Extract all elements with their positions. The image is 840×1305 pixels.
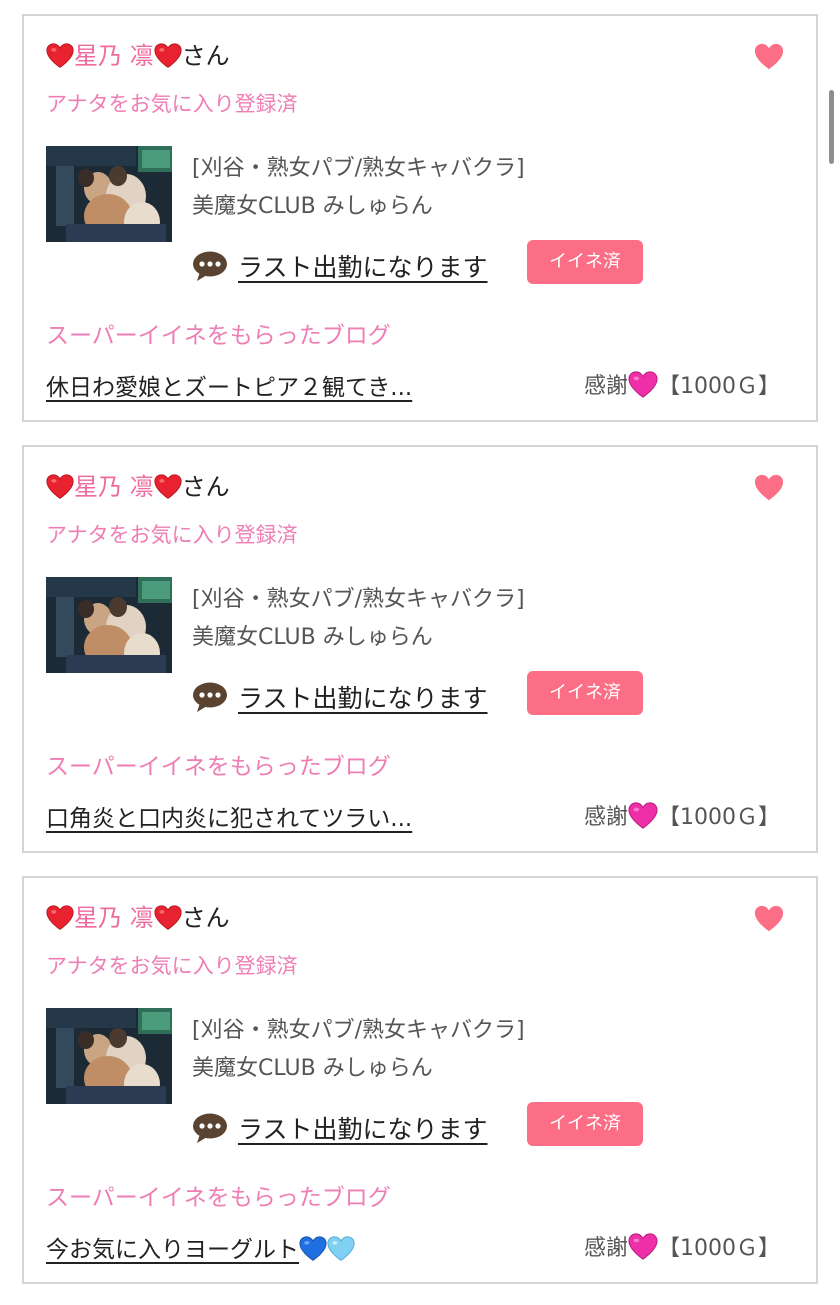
blog-title: 口角炎と口内炎に犯されてツラい... — [46, 806, 413, 832]
thumbnail-image — [46, 146, 172, 242]
cast-name-row[interactable]: 星乃 凛さん — [46, 38, 230, 74]
shop-category: [刈谷・熟女パブ/熟女キャバクラ] — [192, 587, 525, 612]
thanks-amount: 【1000Ｇ】 — [658, 1236, 780, 1261]
red-heart-emoji — [46, 905, 74, 930]
thanks-reward: 感謝 【1000Ｇ】 — [584, 799, 780, 831]
shop-category: [刈谷・熟女パブ/熟女キャバクラ] — [192, 1018, 525, 1043]
thanks-label: 感謝 — [583, 805, 628, 830]
favorite-heart-icon[interactable] — [754, 473, 784, 503]
speech-bubble-icon — [193, 682, 227, 712]
cast-thumbnail[interactable] — [46, 146, 172, 242]
thanks-amount: 【1000Ｇ】 — [658, 374, 780, 399]
red-heart-emoji — [46, 43, 74, 68]
red-heart-emoji — [154, 905, 182, 930]
light-blue-heart-emoji — [327, 1236, 355, 1261]
like-done-badge[interactable]: イイネ済 — [527, 671, 643, 715]
blog-title-link[interactable]: 休日わ愛娘とズートピア２観てき... — [46, 368, 412, 402]
thanks-label: 感謝 — [583, 1236, 628, 1261]
message-link[interactable]: ラスト出勤になります — [238, 248, 488, 284]
like-done-badge[interactable]: イイネ済 — [527, 1102, 643, 1146]
cast-name-row[interactable]: 星乃 凛さん — [46, 469, 230, 505]
pink-heart-emoji — [628, 802, 658, 829]
shop-name: 美魔女CLUB みしゅらん — [192, 194, 433, 219]
speech-bubble-icon — [193, 1113, 227, 1143]
favorite-heart-icon[interactable] — [754, 904, 784, 934]
blog-title: 休日わ愛娘とズートピア２観てき... — [46, 375, 413, 401]
cast-name-row[interactable]: 星乃 凛さん — [46, 900, 230, 936]
message-link[interactable]: ラスト出勤になります — [238, 679, 488, 715]
thanks-label: 感謝 — [583, 374, 628, 399]
scrollbar[interactable] — [829, 90, 834, 164]
honorific: さん — [181, 42, 230, 70]
super-like-label: スーパーイイネをもらったブログ — [46, 754, 391, 780]
shop-category: [刈谷・熟女パブ/熟女キャバクラ] — [192, 156, 525, 181]
favorite-status: アナタをお気に入り登録済 — [46, 954, 298, 978]
pink-heart-emoji — [628, 371, 658, 398]
red-heart-emoji — [46, 474, 74, 499]
blog-card: 星乃 凛さん アナタをお気に入り登録済 [刈谷・熟女パブ/熟女キャバクラ] 美魔… — [22, 14, 818, 422]
super-like-label: スーパーイイネをもらったブログ — [46, 1185, 391, 1211]
blog-title: 今お気に入りヨーグルト — [46, 1237, 299, 1263]
blue-heart-emoji — [299, 1236, 327, 1261]
honorific: さん — [181, 904, 230, 932]
message-link[interactable]: ラスト出勤になります — [238, 1110, 488, 1146]
favorite-status: アナタをお気に入り登録済 — [46, 92, 298, 116]
blog-title-link[interactable]: 口角炎と口内炎に犯されてツラい... — [46, 799, 412, 833]
favorite-heart-icon[interactable] — [754, 42, 784, 72]
pink-heart-emoji — [628, 1233, 658, 1260]
cast-thumbnail[interactable] — [46, 1008, 172, 1104]
blog-card: 星乃 凛さん アナタをお気に入り登録済 [刈谷・熟女パブ/熟女キャバクラ] 美魔… — [22, 876, 818, 1284]
cast-name: 星乃 凛 — [74, 904, 154, 932]
honorific: さん — [181, 473, 230, 501]
thanks-amount: 【1000Ｇ】 — [658, 805, 780, 830]
thanks-reward: 感謝 【1000Ｇ】 — [584, 368, 780, 400]
cast-name: 星乃 凛 — [74, 42, 154, 70]
speech-bubble-icon — [193, 251, 227, 281]
thumbnail-image — [46, 1008, 172, 1104]
thumbnail-image — [46, 577, 172, 673]
shop-name: 美魔女CLUB みしゅらん — [192, 1056, 433, 1081]
cast-thumbnail[interactable] — [46, 577, 172, 673]
favorite-status: アナタをお気に入り登録済 — [46, 523, 298, 547]
shop-name: 美魔女CLUB みしゅらん — [192, 625, 433, 650]
blog-card: 星乃 凛さん アナタをお気に入り登録済 [刈谷・熟女パブ/熟女キャバクラ] 美魔… — [22, 445, 818, 853]
like-done-badge[interactable]: イイネ済 — [527, 240, 643, 284]
blog-title-link[interactable]: 今お気に入りヨーグルト — [46, 1230, 355, 1264]
thanks-reward: 感謝 【1000Ｇ】 — [584, 1230, 780, 1262]
super-like-label: スーパーイイネをもらったブログ — [46, 323, 391, 349]
red-heart-emoji — [154, 474, 182, 499]
red-heart-emoji — [154, 43, 182, 68]
cast-name: 星乃 凛 — [74, 473, 154, 501]
blog-like-list: 星乃 凛さん アナタをお気に入り登録済 [刈谷・熟女パブ/熟女キャバクラ] 美魔… — [0, 0, 840, 1305]
